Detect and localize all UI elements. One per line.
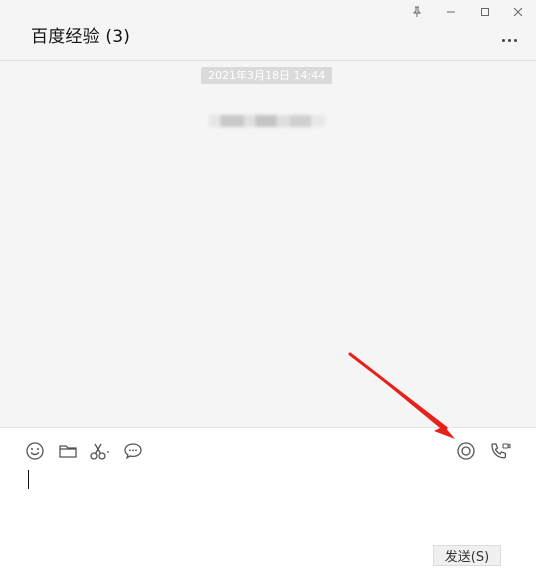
chat-window: 百度经验 (3) 2021年3月18日 14:44 发送(S) (0, 0, 536, 573)
close-icon[interactable] (507, 2, 529, 22)
scissors-icon[interactable] (88, 440, 110, 462)
send-button[interactable]: 发送(S) (433, 545, 501, 566)
live-icon[interactable] (455, 440, 477, 462)
message-area: 2021年3月18日 14:44 (0, 61, 536, 427)
maximize-icon[interactable] (474, 2, 496, 22)
title-bar: 百度经验 (3) (0, 0, 536, 61)
message-timestamp: 2021年3月18日 14:44 (201, 67, 333, 84)
input-area: 发送(S) (0, 427, 536, 573)
pin-icon[interactable] (406, 2, 428, 22)
video-call-icon[interactable] (489, 440, 511, 462)
more-options-icon[interactable] (502, 32, 524, 48)
folder-icon[interactable] (57, 440, 79, 462)
emoji-icon[interactable] (24, 440, 46, 462)
minimize-icon[interactable] (440, 2, 462, 22)
text-cursor[interactable] (28, 470, 29, 489)
chat-title: 百度经验 (3) (31, 27, 131, 47)
blurred-message-text (209, 115, 325, 127)
chat-history-icon[interactable] (122, 440, 144, 462)
